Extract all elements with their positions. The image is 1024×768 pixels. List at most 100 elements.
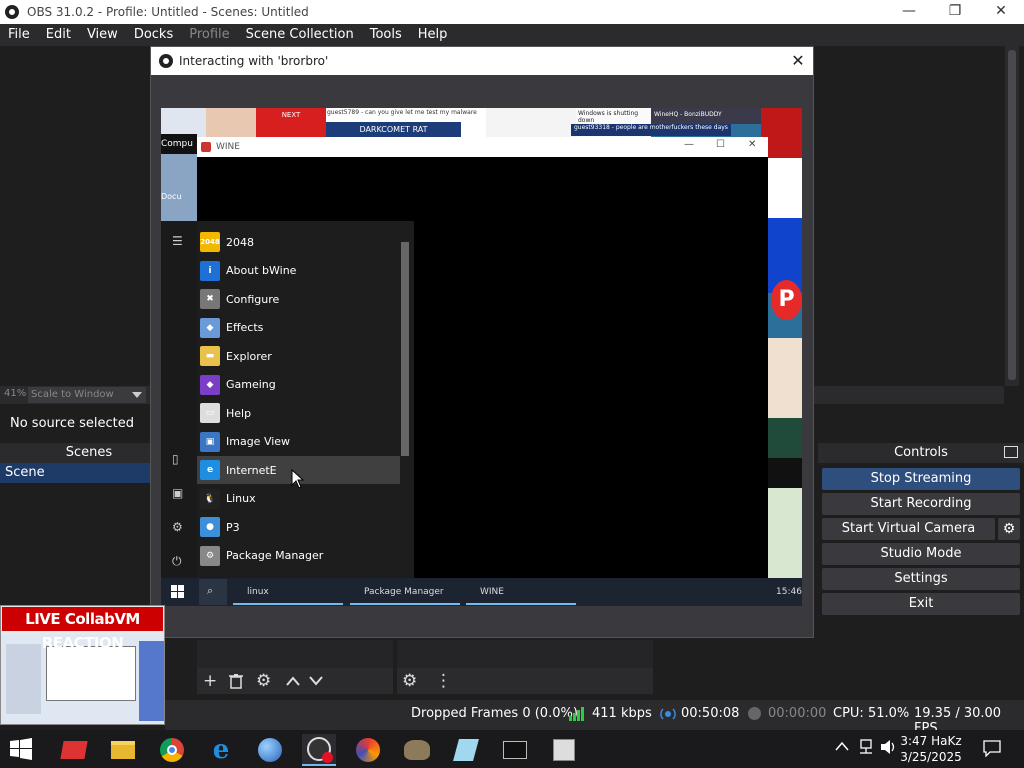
zoom-mode-value: Scale to Window xyxy=(31,389,114,400)
menu-profile[interactable]: Profile xyxy=(181,24,237,46)
wine-icon xyxy=(201,142,211,152)
menu-help[interactable]: Help xyxy=(410,24,456,46)
close-button[interactable]: ✕ xyxy=(978,0,1024,24)
popout-icon[interactable] xyxy=(1004,446,1018,458)
wallpaper-photo xyxy=(206,108,256,138)
mixer-gear-icon[interactable]: ⚙ xyxy=(402,668,417,694)
audio-mixer[interactable] xyxy=(397,640,653,668)
notepad-icon[interactable] xyxy=(449,734,483,766)
vm-task-wine[interactable]: WINE xyxy=(466,581,576,605)
menu-file[interactable]: File xyxy=(0,24,38,46)
app-red-icon[interactable] xyxy=(57,734,91,766)
chevron-up-icon[interactable] xyxy=(835,741,849,751)
network-icon[interactable] xyxy=(857,739,875,755)
ie-icon[interactable]: e xyxy=(204,734,238,766)
scene-list-item[interactable]: Scene xyxy=(0,463,150,483)
stream-time: 00:50:08 xyxy=(681,706,740,721)
more-options-icon[interactable]: ⋮ xyxy=(435,668,452,694)
studio-mode-button[interactable]: Studio Mode xyxy=(822,543,1020,565)
document-icon[interactable]: ▯ xyxy=(172,452,179,466)
menu-scene-collection[interactable]: Scene Collection xyxy=(238,24,362,46)
wallpaper-tile xyxy=(768,488,802,578)
windows-start-icon[interactable] xyxy=(171,585,185,599)
chevron-down-icon[interactable] xyxy=(308,674,324,688)
zoom-mode-select[interactable]: Scale to Window xyxy=(28,387,146,403)
wallpaper-p-logo: P xyxy=(771,280,802,320)
wine-close-button[interactable]: ✕ xyxy=(748,139,756,150)
start-menu-item[interactable]: ● P3 xyxy=(197,513,400,541)
settings-button[interactable]: Settings xyxy=(822,568,1020,590)
minimize-button[interactable]: — xyxy=(886,0,932,24)
add-icon[interactable]: + xyxy=(203,668,217,694)
obs-icon[interactable] xyxy=(302,734,336,766)
vm-task-label: Package Manager xyxy=(364,587,444,597)
start-menu-item[interactable]: ▬ Explorer xyxy=(197,342,400,370)
start-menu-item[interactable]: ⚙ Package Manager xyxy=(197,542,400,570)
menu-docks[interactable]: Docks xyxy=(126,24,181,46)
maximize-button[interactable]: ❐ xyxy=(932,0,978,24)
obs-icon xyxy=(159,54,173,68)
overlay-panel xyxy=(6,644,41,714)
search-icon: ⌕ xyxy=(207,584,214,597)
exit-button[interactable]: Exit xyxy=(822,593,1020,615)
start-menu-item[interactable]: ▣ Image View xyxy=(197,428,400,456)
system-clock[interactable]: 3:47 HaKz 3/25/2025 xyxy=(896,733,966,765)
start-menu-item[interactable]: ✖ Configure xyxy=(197,285,400,313)
preview-scrollbar[interactable] xyxy=(1005,46,1019,386)
stop-streaming-button[interactable]: Stop Streaming xyxy=(822,468,1020,490)
hamburger-icon[interactable]: ☰ xyxy=(172,234,183,248)
pictures-icon[interactable]: ▣ xyxy=(172,486,183,500)
file-explorer-icon[interactable] xyxy=(106,734,140,766)
power-icon[interactable]: ⏻ xyxy=(172,554,182,569)
start-menu-item-label: Effects xyxy=(226,321,264,334)
gimp-icon[interactable] xyxy=(400,734,434,766)
menu-bar: File Edit View Docks Profile Scene Colle… xyxy=(0,24,1024,46)
trash-icon[interactable] xyxy=(228,673,244,689)
start-menu-item[interactable]: ▭ Help xyxy=(197,399,400,427)
wallpaper-tile xyxy=(768,158,802,218)
terminal-icon[interactable] xyxy=(498,734,532,766)
menu-edit[interactable]: Edit xyxy=(38,24,79,46)
start-menu-item[interactable]: ◆ Gameing xyxy=(197,371,400,399)
chrome-icon[interactable] xyxy=(155,734,189,766)
chevron-down-icon xyxy=(132,392,142,398)
start-menu-item-label: Image View xyxy=(226,435,291,448)
effects-icon: ◆ xyxy=(200,317,220,338)
vm-clock: 15:46 xyxy=(776,587,802,597)
sources-list[interactable] xyxy=(197,640,393,668)
start-menu-item[interactable]: i About bWine xyxy=(197,257,400,285)
start-menu-item[interactable]: 2048 2048 xyxy=(197,228,400,256)
windows-start-icon[interactable] xyxy=(10,738,32,760)
wine-maximize-button[interactable]: ☐ xyxy=(716,139,725,150)
virtual-camera-gear-icon[interactable]: ⚙ xyxy=(998,518,1020,540)
record-icon xyxy=(748,707,761,720)
start-menu-item[interactable]: ◆ Effects xyxy=(197,314,400,342)
settings-gear-icon[interactable]: ⚙ xyxy=(172,520,183,534)
start-recording-button[interactable]: Start Recording xyxy=(822,493,1020,515)
start-menu-item-label: 2048 xyxy=(226,235,254,249)
start-virtual-camera-button[interactable]: Start Virtual Camera xyxy=(822,518,995,540)
swirl-icon[interactable] xyxy=(351,734,385,766)
start-menu-item-label: P3 xyxy=(226,520,240,534)
menu-view[interactable]: View xyxy=(79,24,126,46)
wine-minimize-button[interactable]: — xyxy=(684,139,694,150)
wallpaper-next-banner: NEXT xyxy=(256,108,326,138)
clock-date: 3/25/2025 xyxy=(900,750,962,764)
vm-task-package-manager[interactable]: Package Manager xyxy=(350,581,460,605)
window-title: OBS 31.0.2 - Profile: Untitled - Scenes:… xyxy=(27,5,309,19)
ie-icon: e xyxy=(200,460,220,480)
package-icon: ⚙ xyxy=(200,545,220,566)
chevron-up-icon[interactable] xyxy=(285,674,301,688)
start-menu-scrollbar[interactable] xyxy=(400,228,410,573)
wallpaper-winehq: WineHQ - BonziBUDDY xyxy=(651,108,761,124)
globe-icon[interactable] xyxy=(253,734,287,766)
vm-task-linux[interactable]: linux xyxy=(233,581,343,605)
package-icon[interactable] xyxy=(547,734,581,766)
gear-icon[interactable]: ⚙ xyxy=(256,668,271,694)
notification-icon[interactable] xyxy=(982,739,1002,757)
wine-window-title: WINE xyxy=(216,142,240,152)
start-menu-item-label: InternetE xyxy=(226,463,277,477)
menu-tools[interactable]: Tools xyxy=(362,24,410,46)
no-source-label: No source selected xyxy=(10,416,134,431)
dialog-close-button[interactable]: ✕ xyxy=(786,49,810,73)
